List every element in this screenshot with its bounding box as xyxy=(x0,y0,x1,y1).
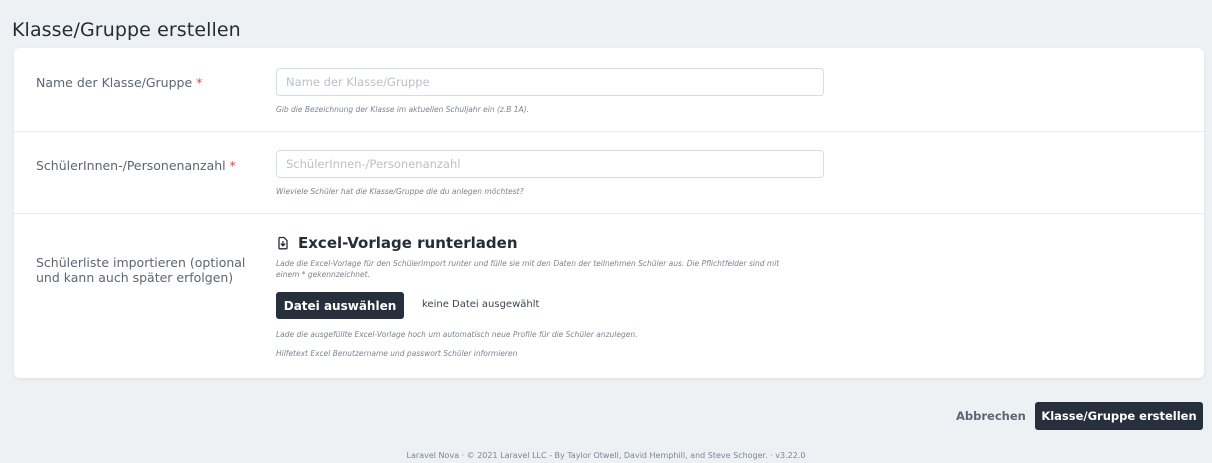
footer: Laravel Nova · © 2021 Laravel LLC - By T… xyxy=(406,451,806,460)
download-label: Excel-Vorlage runterladen xyxy=(298,234,518,252)
count-field-help: Wieviele Schüler hat die Klasse/Gruppe d… xyxy=(276,187,524,196)
excel-template-download-link[interactable]: Excel-Vorlage runterladen xyxy=(276,234,518,252)
count-field-label-text: SchülerInnen-/Personenanzahl xyxy=(36,158,226,173)
download-help-line1: Lade die Excel-Vorlage für den Schülerim… xyxy=(276,259,780,268)
download-help: Lade die Excel-Vorlage für den Schülerim… xyxy=(276,258,779,280)
download-help-line2: einem * gekennzeichnet. xyxy=(276,270,370,279)
extra-help: Hilfetext Excel Benutzername und passwor… xyxy=(276,349,518,358)
import-label-line2: und kann auch später erfolgen) xyxy=(36,270,234,285)
import-field-label: Schülerliste importieren (optional und k… xyxy=(36,255,245,285)
create-class-button[interactable]: Klasse/Gruppe erstellen xyxy=(1035,402,1203,430)
count-field-label: SchülerInnen-/Personenanzahl * xyxy=(36,158,236,173)
required-marker: * xyxy=(229,158,236,173)
name-field-label-text: Name der Klasse/Gruppe xyxy=(36,75,193,90)
page-title: Klasse/Gruppe erstellen xyxy=(12,19,241,41)
name-field-help: Gib die Bezeichnung der Klasse im aktuel… xyxy=(276,105,529,114)
form-row-count: SchülerInnen-/Personenanzahl * Wieviele … xyxy=(14,132,1204,214)
form-row-name: Name der Klasse/Gruppe * Gib die Bezeich… xyxy=(14,48,1204,132)
cancel-button[interactable]: Abbrechen xyxy=(956,409,1026,423)
import-label-line1: Schülerliste importieren (optional xyxy=(36,255,246,270)
name-field-label: Name der Klasse/Gruppe * xyxy=(36,75,202,90)
required-marker: * xyxy=(196,75,203,90)
choose-file-button[interactable]: Datei auswählen xyxy=(276,292,404,319)
name-input[interactable] xyxy=(276,68,824,96)
file-status: keine Datei ausgewählt xyxy=(422,299,540,310)
form-row-import: Schülerliste importieren (optional und k… xyxy=(14,214,1204,378)
upload-help: Lade die ausgefüllte Excel-Vorlage hoch … xyxy=(276,330,638,339)
count-input[interactable] xyxy=(276,150,824,178)
download-file-icon xyxy=(278,236,288,250)
form-card: Name der Klasse/Gruppe * Gib die Bezeich… xyxy=(14,48,1204,378)
